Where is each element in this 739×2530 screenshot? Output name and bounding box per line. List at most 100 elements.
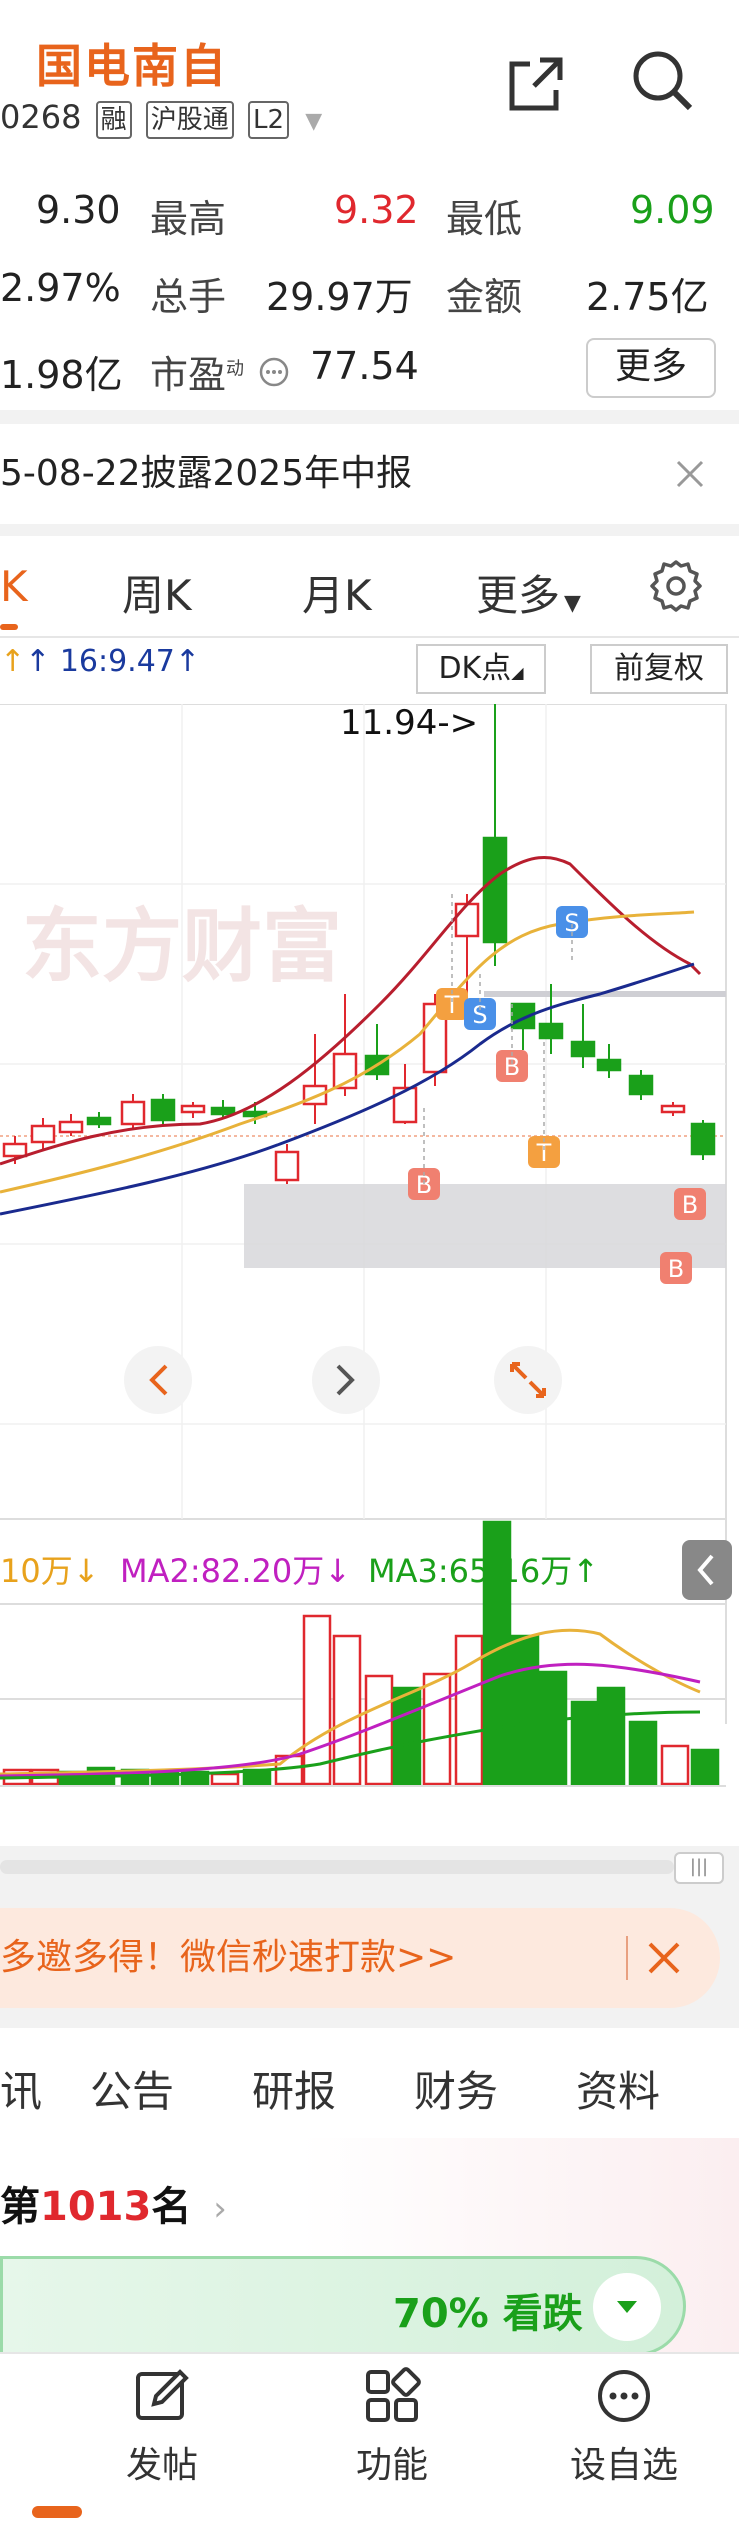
expand-button[interactable] — [494, 1346, 562, 1414]
triangle-down-icon: ▼ — [564, 591, 581, 616]
dk-label: DK点 — [438, 651, 512, 686]
candle-body — [690, 1122, 716, 1156]
more-stats-button[interactable]: 更多 — [586, 338, 716, 398]
volume-bar — [210, 1772, 240, 1786]
volume-bar — [628, 1720, 658, 1786]
header: 国电南自 0268 融 沪股通 L2 ▼ — [0, 0, 739, 160]
search-icon[interactable] — [630, 48, 694, 112]
label-low: 最低 — [446, 197, 523, 241]
sentiment-text: 70% 看跌 — [393, 2281, 583, 2339]
stat-price: 9.30 — [36, 188, 121, 232]
divider — [626, 1936, 628, 1980]
sentiment-label: 看跌 — [502, 2291, 583, 2337]
stock-code: 0268 — [0, 98, 82, 136]
chevron-right-icon: › — [213, 2189, 227, 2229]
prev-button[interactable] — [124, 1346, 192, 1414]
arrow-up-icon: ↑ — [0, 644, 26, 679]
nav-post-label: 发帖 — [125, 2445, 198, 2486]
candle-body — [454, 902, 480, 938]
nav-add-watchlist[interactable]: 设自选 — [554, 2366, 694, 2488]
signal-marker-label: S — [472, 1001, 487, 1029]
tab-research[interactable]: 研报 — [252, 2058, 336, 2119]
adjust-button[interactable]: 前复权 — [590, 644, 728, 694]
candle-body — [2, 1142, 28, 1158]
scrollbar-handle[interactable]: ||| — [674, 1852, 724, 1884]
volume-bar — [596, 1686, 626, 1786]
tab-day-k[interactable]: K — [0, 562, 28, 611]
divider — [0, 636, 739, 638]
collapse-button[interactable] — [682, 1540, 732, 1600]
triangle-down-icon — [617, 2301, 637, 2313]
candle-body — [86, 1116, 112, 1126]
label-volume: 总手 — [150, 275, 227, 319]
tab-announcements[interactable]: 公告 — [90, 2058, 174, 2119]
watermark: 东方财富 — [22, 900, 342, 993]
rank-text: 第1013名 › — [0, 2174, 227, 2232]
label-pe: 市盈动 — [150, 344, 244, 399]
next-button[interactable] — [312, 1346, 380, 1414]
price-panel — [0, 704, 727, 1724]
nav-add-watchlist-label: 设自选 — [569, 2445, 678, 2486]
tab-more-label: 更多 — [476, 571, 561, 620]
promo-text: 多邀多得！微信秒速打款>> — [0, 1937, 457, 1978]
chart-info: ↑↑ 16:9.47↑ — [0, 644, 200, 679]
share-icon[interactable] — [504, 52, 568, 116]
active-tab-indicator — [0, 624, 18, 630]
chart-area[interactable]: ↑↑ 16:9.47↑ DK点◢ 前复权 东方财富 BBBTTSSB 11.94 — [0, 636, 739, 1884]
home-indicator — [32, 2506, 82, 2518]
candle-body — [210, 1106, 236, 1116]
promo-banner[interactable]: 多邀多得！微信秒速打款>> — [0, 1908, 720, 2008]
volume-bar — [422, 1672, 452, 1786]
tab-profile[interactable]: 资料 — [576, 2058, 660, 2119]
grid-icon — [366, 2367, 421, 2422]
label-high: 最高 — [150, 197, 227, 241]
info-icon[interactable] — [258, 356, 290, 388]
corner-triangle-icon: ◢ — [511, 663, 524, 682]
gear-icon[interactable] — [646, 556, 706, 616]
volume-bar — [302, 1614, 332, 1786]
volume-bar — [364, 1674, 394, 1786]
candle-body — [482, 836, 508, 944]
tab-news[interactable]: 讯 — [0, 2058, 42, 2119]
candle-body — [392, 1086, 418, 1124]
sentiment-toggle[interactable] — [593, 2273, 661, 2341]
tab-week-k[interactable]: 周K — [122, 562, 192, 623]
stat-change: 2.97% — [0, 266, 121, 310]
candle-body — [628, 1074, 654, 1096]
tab-more[interactable]: 更多 ▼ — [476, 562, 581, 623]
candle-body — [274, 1150, 300, 1182]
notice-bar[interactable]: 5-08-22披露2025年中报 — [0, 424, 739, 524]
rank-prefix: 第 — [0, 2184, 40, 2230]
close-icon[interactable] — [674, 458, 706, 490]
chart-scrollbar-track[interactable] — [0, 1860, 674, 1874]
stat-volume: 29.97万 — [266, 275, 413, 319]
kline-chart-svg: 东方财富 BBBTTSSB 11.94-> 10万↓ MA2:82.20万↓ M… — [0, 704, 732, 1787]
volume-bar — [510, 1634, 540, 1786]
nav-post[interactable]: 发帖 — [92, 2366, 232, 2488]
volume-bar — [570, 1700, 600, 1786]
candle-body — [180, 1104, 206, 1114]
tab-finance[interactable]: 财务 — [414, 2058, 498, 2119]
more-circle-icon — [598, 2370, 650, 2422]
sentiment-bar[interactable]: 70% 看跌 — [0, 2256, 686, 2356]
dk-point-button[interactable]: DK点◢ — [416, 644, 546, 694]
label-amount: 金额 — [446, 275, 523, 319]
stock-code-row: 0268 融 沪股通 L2 ▼ — [0, 98, 322, 139]
signal-marker-label: B — [682, 1191, 698, 1219]
tag-l2: L2 — [247, 101, 290, 139]
tab-month-k[interactable]: 月K — [302, 562, 372, 623]
signal-marker-label: B — [504, 1053, 520, 1081]
chevron-down-icon[interactable]: ▼ — [305, 109, 322, 134]
close-icon[interactable] — [646, 1940, 682, 1976]
stat-amount: 2.75亿 — [586, 275, 709, 319]
candle-body — [538, 1022, 564, 1040]
tag-margin: 融 — [95, 101, 132, 139]
candle-body — [660, 1104, 686, 1114]
chart-info-text: ↑ 16:9.47↑ — [25, 644, 201, 679]
volume-bar — [332, 1634, 362, 1786]
nav-functions[interactable]: 功能 — [322, 2366, 462, 2488]
vol-legend-ma2: MA2:82.20万↓ — [120, 1552, 351, 1590]
signal-marker-label: T — [444, 991, 460, 1019]
candle-body — [150, 1098, 176, 1122]
volume-bar — [690, 1748, 720, 1786]
